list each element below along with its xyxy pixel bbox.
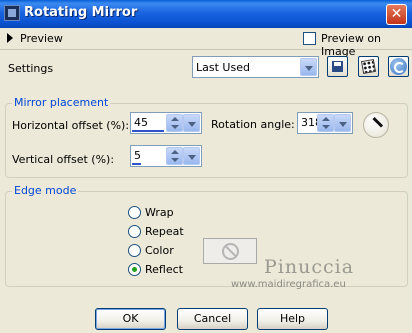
vertical-offset-input[interactable]: 5 <box>130 145 202 167</box>
dial-needle-icon <box>372 116 384 128</box>
help-button[interactable]: Help <box>257 308 328 330</box>
reset-icon <box>390 58 407 75</box>
edge-mode-color-label[interactable]: Color <box>145 244 174 257</box>
ok-button[interactable]: OK <box>95 308 166 330</box>
watermark-name: Pinuccia <box>264 256 355 278</box>
preview-on-image-label[interactable]: Preview on Image <box>321 32 412 58</box>
vertical-offset-label: Vertical offset (%): <box>12 153 115 166</box>
preview-on-image-checkbox[interactable] <box>303 32 316 45</box>
app-icon <box>4 5 20 21</box>
vertical-offset-spinner[interactable] <box>166 147 183 165</box>
chevron-down-icon[interactable] <box>334 114 351 132</box>
no-entry-icon <box>222 243 239 260</box>
edge-mode-wrap-radio[interactable] <box>128 206 141 219</box>
window-title: Rotating Mirror <box>24 5 138 20</box>
save-preset-icon <box>332 61 343 72</box>
preview-toggle-label[interactable]: Preview <box>20 32 63 45</box>
edge-mode-repeat-label[interactable]: Repeat <box>145 225 184 238</box>
preset-value: Last Used <box>196 61 250 74</box>
close-button[interactable]: ✕ <box>386 4 407 25</box>
reset-button[interactable] <box>388 56 409 77</box>
edge-mode-wrap-label[interactable]: Wrap <box>145 206 174 219</box>
settings-label: Settings <box>8 62 54 75</box>
chevron-down-icon[interactable] <box>300 58 317 76</box>
title-bar: Rotating Mirror ✕ <box>0 0 412 28</box>
vertical-offset-value: 5 <box>134 149 141 162</box>
horizontal-offset-spinner[interactable] <box>166 114 183 132</box>
watermark-url: www.maidiregrafica.eu <box>231 279 346 290</box>
horizontal-offset-input[interactable]: 45 <box>130 112 202 134</box>
rotation-angle-input[interactable]: 318 <box>297 112 353 134</box>
edge-mode-legend: Edge mode <box>12 184 79 197</box>
vertical-offset-slider[interactable] <box>132 163 141 165</box>
mirror-placement-legend: Mirror placement <box>12 96 111 109</box>
horizontal-offset-value: 45 <box>134 116 148 129</box>
edge-mode-reflect-label[interactable]: Reflect <box>145 263 183 276</box>
randomize-icon <box>360 58 377 75</box>
rotation-dial[interactable] <box>363 112 389 138</box>
rotation-angle-label: Rotation angle: <box>211 118 295 131</box>
expand-arrow-icon[interactable] <box>7 33 13 43</box>
chevron-down-icon[interactable] <box>183 147 200 165</box>
chevron-down-icon[interactable] <box>183 114 200 132</box>
horizontal-offset-slider[interactable] <box>132 130 164 132</box>
settings-preset-select[interactable]: Last Used <box>192 56 319 78</box>
preview-row: Preview Preview on Image <box>0 28 412 58</box>
rotation-angle-spinner[interactable] <box>317 114 334 132</box>
randomize-button[interactable] <box>358 56 379 77</box>
cancel-button[interactable]: Cancel <box>177 308 248 330</box>
edge-color-swatch <box>203 238 257 264</box>
horizontal-offset-label: Horizontal offset (%): <box>12 119 130 132</box>
edge-mode-repeat-radio[interactable] <box>128 225 141 238</box>
save-preset-button[interactable] <box>327 56 348 77</box>
edge-mode-reflect-radio[interactable] <box>128 263 141 276</box>
edge-mode-color-radio[interactable] <box>128 244 141 257</box>
